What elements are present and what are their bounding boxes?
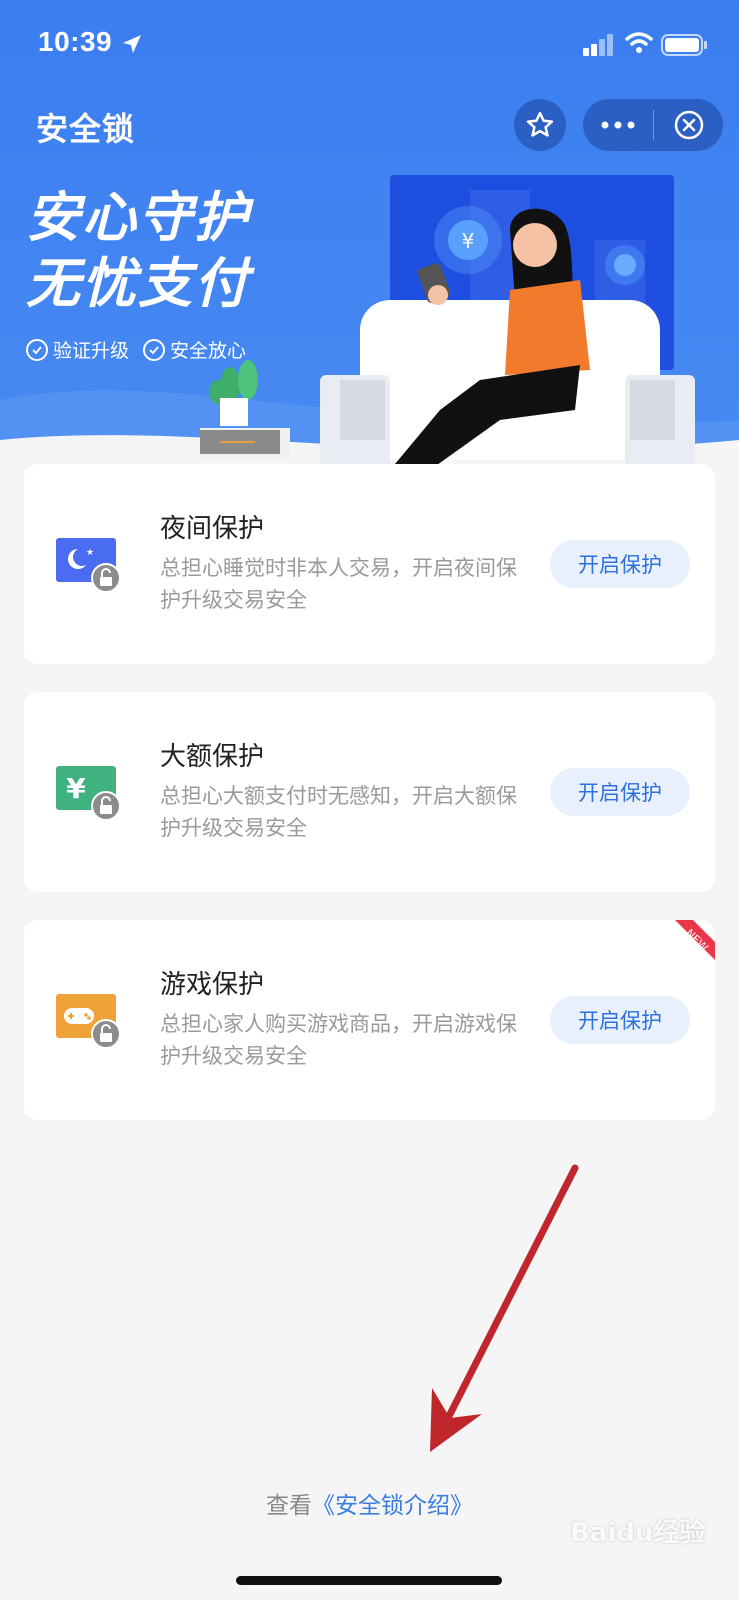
new-badge: NEW (675, 920, 715, 960)
enable-night-protection-button[interactable]: 开启保护 (550, 540, 690, 588)
svg-text:¥: ¥ (66, 772, 86, 805)
location-arrow-icon (123, 35, 141, 53)
enable-game-protection-button[interactable]: 开启保护 (550, 996, 690, 1044)
hero-title: 安心守护 无忧支付 (26, 185, 250, 317)
svg-text:¥: ¥ (462, 229, 475, 253)
hero-title-line1: 安心守护 (26, 186, 250, 249)
more-button[interactable] (583, 99, 653, 151)
safety-lock-intro-link[interactable]: 《安全锁介绍》 (312, 1493, 473, 1519)
baidu-watermark: Baidu经验 (570, 1518, 706, 1548)
gamepad-lock-icon (56, 994, 120, 1048)
card-description: 总担心睡觉时非本人交易，开启夜间保护升级交易安全 (160, 556, 517, 612)
battery-icon (661, 34, 707, 56)
card-title: 游戏保护 (160, 970, 265, 1000)
card-description: 总担心大额支付时无感知，开启大额保护升级交易安全 (160, 784, 517, 840)
wifi-icon (625, 32, 653, 53)
favorite-button[interactable] (514, 99, 566, 151)
star-icon (526, 111, 554, 137)
intro-link-prefix: 查看 (266, 1493, 312, 1519)
hero-title-line2: 无忧支付 (26, 252, 250, 315)
check-circle-icon (26, 338, 48, 361)
close-circle-icon (674, 110, 703, 140)
home-indicator[interactable] (236, 1576, 502, 1585)
hero-tag-label: 验证升级 (53, 340, 130, 362)
cellular-signal-icon (583, 34, 613, 56)
card-title: 夜间保护 (160, 514, 265, 544)
mini-program-capsule (583, 99, 723, 151)
game-protection-card: 游戏保护 总担心家人购买游戏商品，开启游戏保护升级交易安全 开启保护 NEW (24, 920, 715, 1120)
annotation-arrow (430, 1164, 579, 1452)
hero-tag-label: 安全放心 (170, 340, 247, 362)
check-circle-icon (143, 338, 166, 361)
hero-tag: 安全放心 (143, 336, 246, 363)
large-amount-protection-card: ¥ 大额保护 总担心大额支付时无感知，开启大额保护升级交易安全 开启保护 (24, 692, 715, 892)
svg-text:★: ★ (86, 548, 94, 558)
status-time: 10:39 (38, 26, 113, 57)
enable-large-amount-protection-button[interactable]: 开启保护 (550, 768, 690, 816)
status-bar: 10:39 (0, 0, 739, 90)
hero-tags: 验证升级 安全放心 (26, 336, 246, 363)
night-protection-card: ★ 夜间保护 总担心睡觉时非本人交易，开启夜间保护升级交易安全 开启保护 (24, 464, 715, 664)
yuan-lock-icon: ¥ (56, 766, 120, 820)
close-button[interactable] (654, 99, 723, 151)
page-title: 安全锁 (36, 110, 136, 148)
hero-tag: 验证升级 (26, 336, 129, 363)
card-title: 大额保护 (160, 742, 265, 772)
moon-lock-icon: ★ (56, 538, 120, 592)
card-description: 总担心家人购买游戏商品，开启游戏保护升级交易安全 (160, 1012, 517, 1068)
more-dots-icon (601, 121, 635, 129)
